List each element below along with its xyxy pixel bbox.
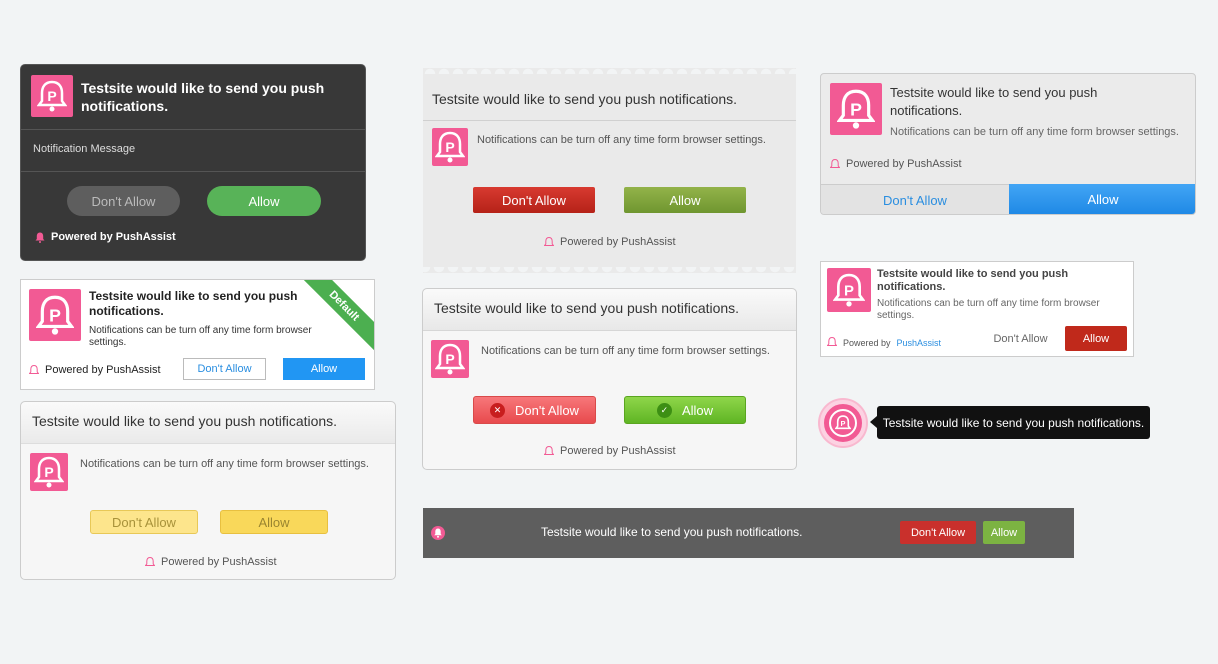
scalloped-edge <box>423 66 796 74</box>
notification-title: Testsite would like to send you push not… <box>890 85 1098 118</box>
notification-body: Notifications can be turn off any time f… <box>477 134 766 146</box>
svg-text:P: P <box>841 419 846 428</box>
allow-button[interactable]: ✓ Allow <box>624 396 746 424</box>
allow-button[interactable]: Allow <box>283 358 365 380</box>
svg-text:P: P <box>44 464 53 480</box>
powered-by-prefix: Powered by <box>843 337 891 348</box>
svg-text:P: P <box>844 282 854 299</box>
pushassist-bell-logo-icon: P <box>830 83 882 135</box>
close-icon: ✕ <box>490 402 506 418</box>
dont-allow-button[interactable]: Don't Allow <box>183 358 266 380</box>
allow-button[interactable]: Allow <box>624 187 746 213</box>
powered-by-text: Powered by PushAssist <box>560 236 676 248</box>
allow-button[interactable]: Allow <box>220 510 328 534</box>
dont-allow-button[interactable]: Don't Allow <box>67 186 180 216</box>
dont-allow-label: Don't Allow <box>515 402 579 418</box>
bell-icon <box>544 236 554 246</box>
default-notification-card: P Testsite would like to send you push n… <box>20 279 375 390</box>
notification-title: Testsite would like to send you push not… <box>541 525 803 539</box>
notification-title: Testsite would like to send you push not… <box>432 91 738 107</box>
powered-by: Powered by PushAssist <box>827 337 941 348</box>
powered-by: Powered by PushAssist <box>35 231 176 243</box>
pushassist-bell-logo-icon: P <box>432 128 468 166</box>
powered-by-text: Powered by PushAssist <box>45 364 161 376</box>
allow-label: Allow <box>681 402 714 418</box>
dont-allow-button[interactable]: ✕ Don't Allow <box>473 396 596 424</box>
pushassist-bell-logo-icon: P <box>431 340 469 378</box>
divider <box>21 129 365 130</box>
notification-bubble-button[interactable]: P <box>820 400 866 446</box>
svg-text:P: P <box>47 88 56 104</box>
bell-icon <box>827 337 837 346</box>
dont-allow-button[interactable]: Don't Allow <box>90 510 198 534</box>
dont-allow-button[interactable]: Don't Allow <box>473 187 595 213</box>
dont-allow-button[interactable]: Don't Allow <box>987 328 1054 350</box>
allow-button[interactable]: Allow <box>983 521 1025 544</box>
bell-icon <box>544 445 554 455</box>
notification-title: Testsite would like to send you push not… <box>21 402 395 444</box>
powered-by-text: Powered by PushAssist <box>51 231 176 243</box>
powered-by: Powered by PushAssist <box>145 556 277 568</box>
notification-bar: Testsite would like to send you push not… <box>423 508 1074 558</box>
pushassist-bell-logo-icon: P <box>30 453 68 491</box>
pushassist-bell-logo-icon: P <box>829 409 857 437</box>
powered-by-text: Powered by PushAssist <box>161 556 277 568</box>
ticket-notification-card: Testsite would like to send you push not… <box>423 66 796 275</box>
divider <box>423 120 796 121</box>
pushassist-bell-logo-icon: P <box>31 75 73 117</box>
yellow-notification-card: Testsite would like to send you push not… <box>20 401 396 580</box>
divider <box>21 171 365 172</box>
notification-title: Testsite would like to send you push not… <box>89 289 298 318</box>
dont-allow-button[interactable]: Don't Allow <box>821 184 1009 214</box>
check-icon: ✓ <box>656 402 672 418</box>
powered-by: Powered by PushAssist <box>544 236 676 248</box>
svg-text:P: P <box>850 99 862 119</box>
notification-title: Testsite would like to send you push not… <box>877 268 1069 293</box>
notification-body: Notifications can be turn off any time f… <box>890 126 1179 138</box>
notification-body: Notifications can be turn off any time f… <box>877 298 1100 321</box>
pushassist-link[interactable]: PushAssist <box>897 338 942 348</box>
allow-button[interactable]: Allow <box>207 186 321 216</box>
bell-icon <box>830 158 840 168</box>
powered-by: Powered by PushAssist <box>544 445 676 457</box>
notification-body: Notifications can be turn off any time f… <box>481 345 770 357</box>
notification-body: Notifications can be turn off any time f… <box>80 458 369 470</box>
svg-text:P: P <box>49 305 61 325</box>
svg-text:P: P <box>445 351 454 367</box>
bell-icon <box>29 364 39 374</box>
notification-body: Notifications can be turn off any time f… <box>89 325 312 348</box>
powered-by-text: Powered by PushAssist <box>560 445 676 457</box>
powered-by: Powered by PushAssist <box>29 364 161 376</box>
bell-icon <box>145 556 155 566</box>
pushassist-bell-logo-icon: P <box>827 268 871 312</box>
powered-by: Powered by PushAssist <box>830 158 962 170</box>
allow-button[interactable]: Allow <box>1065 326 1127 351</box>
allow-button[interactable]: Allow <box>1009 184 1195 214</box>
scalloped-edge <box>423 267 796 275</box>
notification-title: Testsite would like to send you push not… <box>81 80 325 114</box>
flat-notification-card: P Testsite would like to send you push n… <box>820 73 1196 215</box>
compact-notification-card: P Testsite would like to send you push n… <box>820 261 1134 357</box>
pushassist-bell-logo-icon: P <box>29 289 81 341</box>
powered-by-text: Powered by PushAssist <box>846 158 962 170</box>
svg-text:P: P <box>445 139 454 155</box>
bell-icon <box>431 526 445 540</box>
bell-icon <box>35 232 45 243</box>
dark-notification-card: P Testsite would like to send you push n… <box>20 64 366 261</box>
notification-title: Testsite would like to send you push not… <box>423 289 796 331</box>
notification-message: Notification Message <box>33 143 136 155</box>
notification-tooltip: Testsite would like to send you push not… <box>870 406 1150 439</box>
dont-allow-button[interactable]: Don't Allow <box>900 521 976 544</box>
icon-buttons-notification-card: Testsite would like to send you push not… <box>422 288 797 470</box>
